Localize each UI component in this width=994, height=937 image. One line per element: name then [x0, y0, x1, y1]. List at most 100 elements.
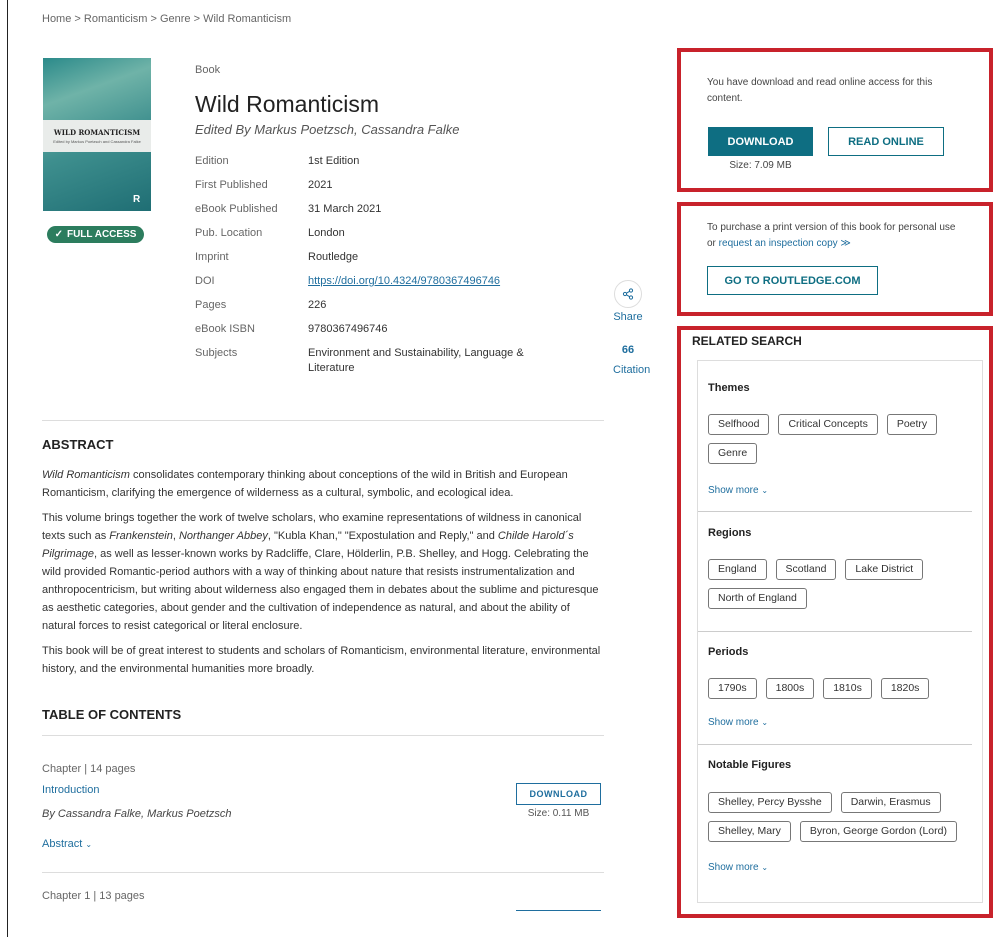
inspection-copy-link[interactable]: request an inspection copy: [719, 238, 838, 249]
chapter-download-button[interactable]: DOWNLOAD: [516, 783, 601, 805]
meta-row: eBook ISBN 9780367496746: [195, 322, 555, 337]
go-to-routledge-button[interactable]: GO TO ROUTLEDGE.COM: [707, 266, 878, 295]
tag-chip[interactable]: Critical Concepts: [778, 414, 878, 435]
meta-value: London: [308, 227, 345, 239]
meta-value: 226: [308, 299, 327, 311]
abstract-paragraph: This volume brings together the work of …: [42, 512, 599, 632]
abstract-paragraph: This book will be of great interest to s…: [42, 645, 601, 675]
tag-chip[interactable]: Shelley, Mary: [708, 821, 791, 842]
chapter-abstract-toggle[interactable]: Abstract ⌄: [42, 838, 92, 850]
tag-chip[interactable]: Lake District: [845, 559, 924, 580]
section-divider: [698, 631, 972, 632]
tag-chip[interactable]: Genre: [708, 443, 758, 464]
citation-label: Citation: [613, 364, 651, 376]
share-icon: [614, 280, 642, 308]
chevron-down-icon: ⌄: [761, 718, 769, 727]
editors-prefix: Edited By: [195, 122, 251, 137]
meta-row: DOI https://doi.org/10.4324/9780367496746: [195, 274, 555, 289]
meta-key: eBook Published: [195, 203, 278, 215]
abstract-paragraph: Wild Romanticism consolidates contempora…: [42, 469, 568, 499]
meta-key: First Published: [195, 179, 268, 191]
tag-chip[interactable]: Darwin, Erasmus: [840, 792, 941, 813]
meta-key: Imprint: [195, 251, 229, 263]
divider: [42, 420, 604, 421]
divider: [42, 872, 604, 873]
cover-title: WILD ROMANTICISM: [53, 128, 141, 137]
meta-row: Subjects Environment and Sustainability, …: [195, 346, 555, 376]
chevron-down-icon: ⌄: [761, 486, 769, 495]
abstract-heading: ABSTRACT: [42, 437, 114, 452]
toc-heading: TABLE OF CONTENTS: [42, 707, 182, 722]
full-access-badge: ✓ FULL ACCESS: [47, 226, 144, 243]
meta-key: Pub. Location: [195, 227, 263, 239]
book-title: Wild Romanticism: [195, 91, 380, 117]
download-button[interactable]: DOWNLOAD: [708, 127, 813, 156]
meta-value: 1st Edition: [308, 155, 360, 167]
notable-figures-heading: Notable Figures: [708, 759, 792, 771]
meta-value: 2021: [308, 179, 333, 191]
tag-chip[interactable]: Shelley, Percy Bysshe: [708, 792, 832, 813]
meta-key: Edition: [195, 155, 229, 167]
share-label: Share: [613, 311, 643, 323]
divider: [42, 735, 604, 736]
tag-chip[interactable]: North of England: [708, 588, 807, 609]
periods-show-more[interactable]: Show more ⌄: [708, 717, 768, 728]
content-type: Book: [195, 64, 221, 76]
citation-button[interactable]: 66 Citation: [613, 336, 651, 376]
doi-link[interactable]: https://doi.org/10.4324/9780367496746: [308, 275, 500, 287]
meta-value: 9780367496746: [308, 323, 388, 335]
share-button[interactable]: Share: [613, 280, 643, 323]
editors-names: Markus Poetzsch, Cassandra Falke: [254, 122, 460, 137]
abstract-toggle-label: Abstract: [42, 838, 83, 850]
publisher-logo: R: [133, 194, 141, 205]
meta-row: Imprint Routledge: [195, 250, 555, 265]
chapter-authors: By Cassandra Falke, Markus Poetzsch: [42, 808, 232, 820]
tag-chip[interactable]: 1800s: [765, 678, 815, 699]
chevron-down-icon: ⌄: [85, 840, 93, 849]
tag-chip[interactable]: 1810s: [823, 678, 872, 699]
tag-chip[interactable]: Poetry: [886, 414, 938, 435]
read-online-button[interactable]: READ ONLINE: [828, 127, 944, 156]
meta-row: First Published 2021: [195, 178, 555, 193]
purchase-text: To purchase a print version of this book…: [707, 222, 956, 249]
tag-chip[interactable]: Selfhood: [708, 414, 770, 435]
abstract-body: Wild Romanticism consolidates contempora…: [42, 466, 602, 685]
access-text: You have download and read online access…: [707, 77, 933, 104]
meta-key: Subjects: [195, 347, 238, 359]
section-divider: [698, 744, 972, 745]
check-icon: ✓: [54, 229, 63, 240]
meta-value: Environment and Sustainability, Language…: [308, 347, 524, 374]
related-search-title: RELATED SEARCH: [692, 334, 802, 348]
chapter-meta: Chapter 1 | 13 pages: [42, 890, 145, 902]
notable-figures-show-more[interactable]: Show more ⌄: [708, 862, 768, 873]
book-cover-image: WILD ROMANTICISM Edited by Markus Poetzs…: [43, 58, 151, 211]
tag-chip[interactable]: 1820s: [880, 678, 930, 699]
book-editors: Edited By Markus Poetzsch, Cassandra Fal…: [195, 122, 459, 137]
download-size: Size: 7.09 MB: [729, 160, 792, 171]
double-chevron-icon: ≫: [840, 238, 851, 249]
tag-chip[interactable]: England: [708, 559, 767, 580]
periods-tags: 1790s 1800s 1810s 1820s: [708, 678, 968, 699]
tag-chip[interactable]: 1790s: [708, 678, 757, 699]
tag-chip[interactable]: Scotland: [775, 559, 837, 580]
meta-value: 31 March 2021: [308, 203, 382, 215]
book-metadata: Edition 1st Edition First Published 2021 e…: [195, 154, 555, 385]
chapter-download-size: Size: 0.11 MB: [527, 808, 590, 819]
meta-row: Edition 1st Edition: [195, 154, 555, 169]
meta-row: Pub. Location London: [195, 226, 555, 241]
notable-figures-tags: Shelley, Percy Bysshe Darwin, Erasmus Sh…: [708, 792, 968, 842]
section-divider: [698, 511, 972, 512]
cover-subtitle: Edited by Markus Poetzsch and Cassandra …: [53, 139, 141, 144]
themes-tags: Selfhood Critical Concepts Poetry Genre: [708, 414, 968, 464]
breadcrumb[interactable]: Home > Romanticism > Genre > Wild Romant…: [42, 13, 291, 25]
meta-key: eBook ISBN: [195, 323, 255, 335]
chapter-download-button-partial[interactable]: [516, 910, 601, 911]
meta-row: eBook Published 31 March 2021: [195, 202, 555, 217]
meta-value: Routledge: [308, 251, 359, 263]
chapter-title-link[interactable]: Introduction: [42, 784, 99, 796]
tag-chip[interactable]: Byron, George Gordon (Lord): [799, 821, 957, 842]
periods-heading: Periods: [708, 646, 749, 658]
regions-heading: Regions: [708, 527, 752, 539]
meta-key: DOI: [195, 275, 215, 287]
themes-show-more[interactable]: Show more ⌄: [708, 485, 768, 496]
